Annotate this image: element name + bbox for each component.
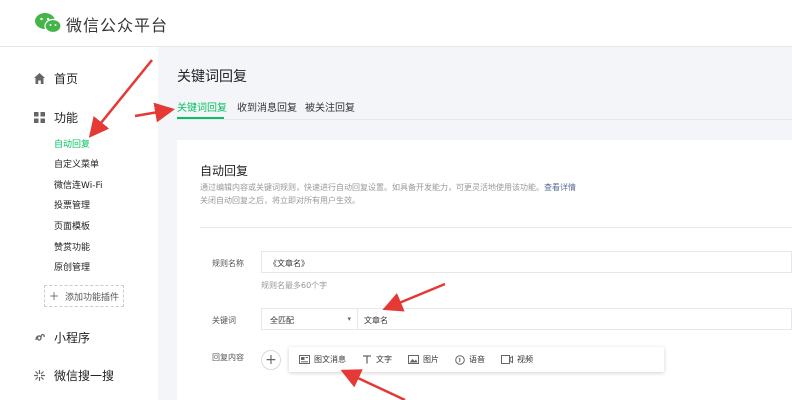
page-title: 关键词回复 <box>177 69 247 85</box>
reply-type-label: 视频 <box>517 355 533 364</box>
reply-type-text[interactable]: 文字 <box>362 354 392 365</box>
sidebar-subitem-page-template[interactable]: 页面模板 <box>54 219 90 232</box>
add-plugin-label: 添加功能插件 <box>65 292 120 303</box>
top-bar: 微信公众平台 <box>0 0 792 47</box>
reply-type-toolbar: 图文消息 文字 图片 语音 视频 <box>289 347 664 372</box>
keyword-input[interactable]: 文章名 <box>358 308 792 330</box>
divider <box>200 227 792 228</box>
text-icon <box>363 355 371 364</box>
tab-bar: 关键词回复 收到消息回复 被关注回复 <box>177 95 792 120</box>
tab-keyword-reply[interactable]: 关键词回复 <box>177 99 227 114</box>
keyword-label: 关键词 <box>212 316 236 325</box>
sidebar-subitem-vote[interactable]: 投票管理 <box>54 198 90 211</box>
reply-type-voice[interactable]: 语音 <box>455 354 485 365</box>
desc-line-2: 关闭自动回复之后，将立即对所有用户生效。 <box>200 196 360 205</box>
add-plugin-button[interactable]: + 添加功能插件 <box>44 285 124 307</box>
add-reply-button[interactable]: + <box>261 350 281 370</box>
sidebar-item-label: 功能 <box>54 111 79 125</box>
sidebar-item-home[interactable]: 首页 <box>33 70 78 87</box>
reply-type-image[interactable]: 图片 <box>408 354 439 365</box>
sidebar-subitem-original[interactable]: 原创管理 <box>54 260 90 273</box>
auto-reply-card: 自动回复 通过编辑内容或关键词规则，快速进行自动回复设置。如具备开发能力，可更灵… <box>177 140 792 400</box>
details-link[interactable]: 查看详情 <box>544 183 576 192</box>
match-type-value: 全匹配 <box>270 316 294 325</box>
caret-down-icon: ▾ <box>347 315 351 323</box>
sidebar-item-label: 首页 <box>54 72 79 86</box>
reply-type-label: 图片 <box>423 355 439 364</box>
card-description: 通过编辑内容或关键词规则，快速进行自动回复设置。如具备开发能力，可更灵活地使用该… <box>200 181 620 207</box>
grid-icon <box>34 112 45 123</box>
sidebar-subitem-wifi[interactable]: 微信连Wi-Fi <box>54 178 102 191</box>
reply-content-label: 回复内容 <box>212 353 244 362</box>
sidebar: 首页 功能 自动回复 自定义菜单 微信连Wi-Fi 投票管理 页面模板 赞赏功能… <box>0 47 158 400</box>
app-title[interactable]: 微信公众平台 <box>66 12 168 36</box>
sidebar-item-search[interactable]: 微信搜一搜 <box>33 367 114 384</box>
voice-icon <box>455 354 465 365</box>
reply-type-label: 语音 <box>469 355 485 364</box>
card-title: 自动回复 <box>200 164 249 178</box>
tab-message-reply[interactable]: 收到消息回复 <box>237 99 297 114</box>
image-icon <box>408 355 419 364</box>
sidebar-item-features[interactable]: 功能 <box>33 109 78 126</box>
plus-icon: + <box>48 289 60 303</box>
rule-name-label: 规则名称 <box>212 259 244 268</box>
wechat-logo-icon <box>35 13 62 34</box>
sidebar-subitem-auto-reply[interactable]: 自动回复 <box>54 137 90 150</box>
reply-type-article[interactable]: 图文消息 <box>299 354 346 365</box>
sidebar-subitem-reward[interactable]: 赞赏功能 <box>54 240 90 253</box>
home-icon <box>34 73 45 84</box>
reply-type-video[interactable]: 视频 <box>501 354 533 365</box>
active-tab-indicator <box>177 117 224 119</box>
sidebar-item-label: 微信搜一搜 <box>54 369 115 383</box>
rule-name-hint: 规则名最多60个字 <box>261 281 328 290</box>
search-sparkle-icon <box>34 370 45 381</box>
sidebar-item-mini-program[interactable]: 小程序 <box>33 329 90 346</box>
match-type-select[interactable]: 全匹配 ▾ <box>261 308 358 330</box>
sidebar-item-label: 小程序 <box>54 331 91 345</box>
desc-line-1: 通过编辑内容或关键词规则，快速进行自动回复设置。如具备开发能力，可更灵活地使用该… <box>200 183 544 192</box>
tab-follow-reply[interactable]: 被关注回复 <box>305 99 355 114</box>
sidebar-subitem-custom-menu[interactable]: 自定义菜单 <box>54 157 99 170</box>
video-icon <box>501 355 513 364</box>
reply-type-label: 文字 <box>376 355 392 364</box>
mini-program-icon <box>35 333 45 341</box>
reply-type-label: 图文消息 <box>314 355 346 364</box>
rule-name-input[interactable]: 《文章名》 <box>261 251 792 273</box>
article-icon <box>299 355 310 364</box>
